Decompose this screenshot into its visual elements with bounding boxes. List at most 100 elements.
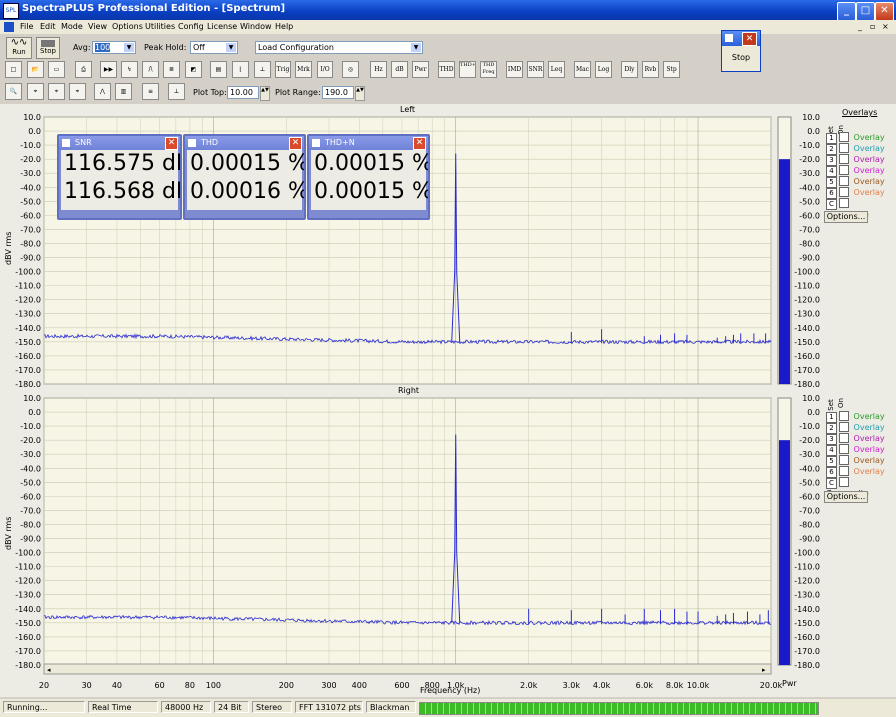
zoom-icon[interactable]: 🔍 [5,83,22,100]
plot-top-spinner[interactable]: ▲▼ [260,86,270,101]
generator-icon[interactable]: ◎ [342,61,359,78]
child-restore-icon[interactable]: ▫ [870,22,875,31]
child-minimize-icon[interactable]: _ [858,22,862,31]
view-icon[interactable]: ▤ [210,61,227,78]
overlay-checkbox[interactable] [839,477,849,487]
thd-n-meter[interactable]: THD+N ✕ 0.00015 % 0.00015 % [307,134,430,220]
overlay-checkbox[interactable] [839,176,849,186]
menu-view[interactable]: View [88,22,107,31]
print-icon[interactable]: ⎙ [75,61,92,78]
overlay-checkbox[interactable] [839,455,849,465]
avg-select[interactable]: 100 ▼ [92,41,136,54]
menu-help[interactable]: Help [275,22,293,31]
overlay-options-button[interactable]: Options... [824,211,868,223]
axis-icon[interactable]: ⌊ [232,61,249,78]
overlay-set-button[interactable]: 4 [826,165,837,177]
overlay-row-C[interactable]: C Composite [826,198,892,219]
overlay-set-button[interactable]: 3 [826,154,837,166]
overlay-set-button[interactable]: 2 [826,422,837,434]
stp-button[interactable]: Stp [663,61,680,78]
peak-hold-select[interactable]: Off ▼ [190,41,238,54]
stop-button[interactable]: Stop [36,37,60,59]
thd-meter[interactable]: THD ✕ 0.00015 % 0.00016 % [183,134,306,220]
overlay-row-6[interactable]: 6 Overlay 6 [826,466,892,487]
overlay-checkbox[interactable] [839,411,849,421]
overlay-set-button[interactable]: 2 [826,143,837,155]
log-button[interactable]: Log [595,61,612,78]
close-icon[interactable]: ✕ [165,137,178,150]
doc-icon[interactable] [4,22,14,32]
overlay-row-4[interactable]: 4 Overlay 4 [826,444,892,465]
overlay-checkbox[interactable] [839,444,849,454]
overlay-set-button[interactable]: 4 [826,444,837,456]
overlay-set-button[interactable]: 5 [826,455,837,467]
overlay-checkbox[interactable] [839,422,849,432]
overlay-checkbox[interactable] [839,187,849,197]
overlay-row-3[interactable]: 3 Overlay 3 [826,433,892,454]
cursor-icon[interactable]: ⊥ [254,61,271,78]
menu-mode[interactable]: Mode [61,22,83,31]
overlay-set-button[interactable]: 1 [826,132,837,144]
dly-button[interactable]: Dly [621,61,638,78]
open-icon[interactable]: 📂 [27,61,44,78]
overlay-set-button[interactable]: 3 [826,433,837,445]
list-icon[interactable]: ≡ [142,83,159,100]
menu-edit[interactable]: Edit [40,22,56,31]
thd-n-button[interactable]: THD+N [459,61,476,78]
overlay-row-4[interactable]: 4 Overlay 4 [826,165,892,186]
menu-file[interactable]: File [20,22,33,31]
cursor-all-icon[interactable]: ⌖ [69,83,86,100]
menu-options[interactable]: Options [112,22,143,31]
overlay-checkbox[interactable] [839,154,849,164]
leq-button[interactable]: Leq [548,61,565,78]
overlay-set-button[interactable]: 6 [826,466,837,478]
waveform-icon[interactable]: /\ [142,61,159,78]
overlay-set-button[interactable]: 1 [826,411,837,423]
child-close-icon[interactable]: × [882,22,889,31]
new-icon[interactable]: □ [5,61,22,78]
snr-meter[interactable]: SNR ✕ 116.575 dB 116.568 dB [57,134,182,220]
overlay-set-button[interactable]: 5 [826,176,837,188]
overlay-set-button[interactable]: C [826,198,837,210]
mac-button[interactable]: Mac [574,61,591,78]
snr-button[interactable]: SNR [527,61,544,78]
overlay-row-5[interactable]: 5 Overlay 5 [826,176,892,197]
thd-button[interactable]: THD [438,61,455,78]
imd-button[interactable]: IMD [506,61,523,78]
tool-icon[interactable]: ↯ [121,61,138,78]
configuration-select[interactable]: Load Configuration ▼ [255,41,423,54]
pwr-button[interactable]: Pwr [412,61,429,78]
overlay-checkbox[interactable] [839,466,849,476]
menu-license[interactable]: License [207,22,237,31]
spectrogram-icon[interactable]: ≣ [163,61,180,78]
overlay-row-C[interactable]: C Composite [826,477,892,498]
mrk-button[interactable]: Mrk [295,61,312,78]
overlay-row-1[interactable]: 1 Overlay 1 [826,411,892,432]
close-icon[interactable]: ✕ [413,137,426,150]
overlay-row-2[interactable]: 2 Overlay 2 [826,143,892,164]
overlay-row-3[interactable]: 3 Overlay 3 [826,154,892,175]
marker-icon[interactable]: ⊥ [168,83,185,100]
close-button[interactable]: ✕ [875,2,894,21]
peak-icon[interactable]: ⋀ [94,83,111,100]
save-icon[interactable]: ▭ [48,61,65,78]
plot-range-input[interactable]: 190.0 [322,86,354,99]
rvb-button[interactable]: Rvb [642,61,659,78]
overlay-checkbox[interactable] [839,433,849,443]
thd-freq-button[interactable]: THD Freq [480,61,497,78]
overlay-row-1[interactable]: 1 Overlay 1 [826,132,892,153]
bars-icon[interactable]: ▥ [115,83,132,100]
overlay-row-2[interactable]: 2 Overlay 2 [826,422,892,443]
menu-window[interactable]: Window [240,22,272,31]
3d-icon[interactable]: ◩ [185,61,202,78]
overlay-checkbox[interactable] [839,132,849,142]
hz-button[interactable]: Hz [370,61,387,78]
menu-utilities[interactable]: Utilities [145,22,175,31]
overlay-checkbox[interactable] [839,165,849,175]
ffwd-icon[interactable]: ▶▶ [100,61,117,78]
overlay-checkbox[interactable] [839,198,849,208]
db-button[interactable]: dB [391,61,408,78]
minimize-button[interactable]: _ [837,2,856,21]
plot-range-spinner[interactable]: ▲▼ [355,86,365,101]
overlay-checkbox[interactable] [839,143,849,153]
